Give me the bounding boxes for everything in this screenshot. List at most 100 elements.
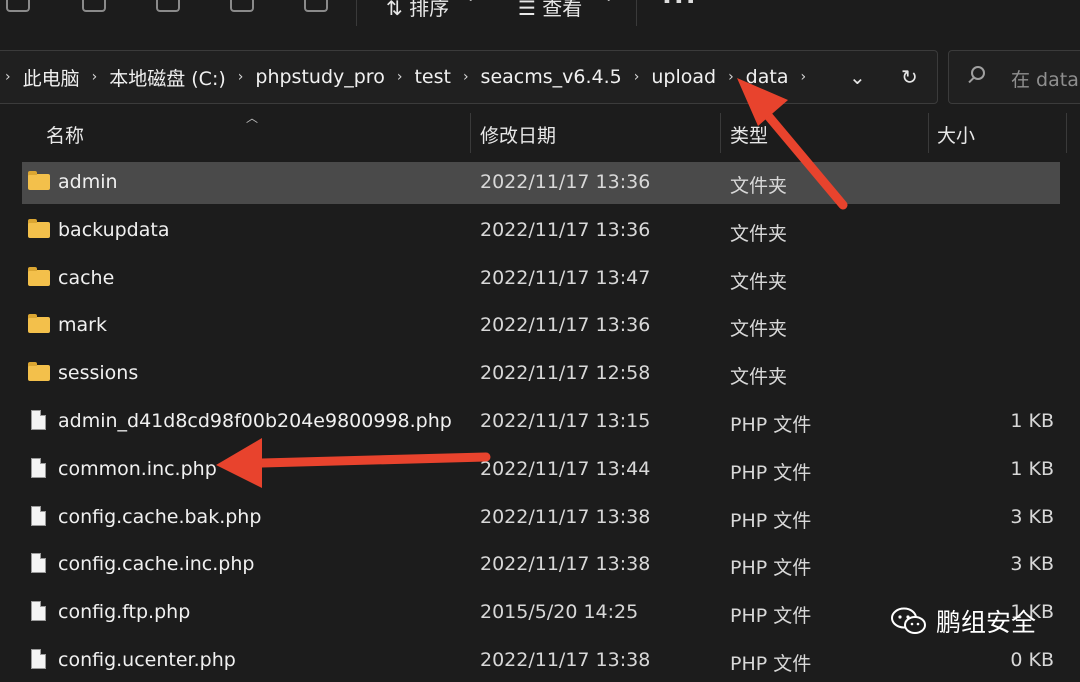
breadcrumb-item[interactable]: seacms_v6.4.5 xyxy=(481,66,622,88)
breadcrumb-item[interactable]: data xyxy=(746,66,789,88)
breadcrumb-item[interactable]: test xyxy=(414,66,451,88)
column-header-row: ︿ 名称 修改日期 类型 大小 xyxy=(0,111,1080,153)
breadcrumb-item[interactable]: 此电脑 xyxy=(23,64,80,91)
modified-date: 2022/11/17 13:38 xyxy=(480,649,651,671)
view-button[interactable]: ☰ 查看 xyxy=(518,0,582,21)
file-name: config.ucenter.php xyxy=(58,649,236,671)
breadcrumb-item[interactable]: upload xyxy=(651,66,716,88)
file-type: 文件夹 xyxy=(730,270,788,293)
file-type: 文件夹 xyxy=(730,222,788,245)
copy-icon[interactable] xyxy=(82,0,106,12)
breadcrumb-separator-icon[interactable]: › xyxy=(622,69,652,85)
file-name: common.inc.php xyxy=(58,457,217,480)
file-name: config.cache.bak.php xyxy=(58,505,262,528)
folder-row[interactable]: sessions 2022/11/17 12:58 文件夹 xyxy=(22,353,1060,395)
search-icon xyxy=(971,66,985,80)
chevron-down-icon[interactable]: ⌄ xyxy=(849,65,866,89)
folder-row[interactable]: backupdata 2022/11/17 13:36 文件夹 xyxy=(22,210,1060,252)
file-icon xyxy=(31,505,46,526)
modified-date: 2022/11/17 13:38 xyxy=(480,553,651,576)
breadcrumb: › 此电脑 › 本地磁盘 (C:) › phpstudy_pro › test › seacms_… xyxy=(0,51,818,103)
toolbar-divider xyxy=(356,0,357,26)
watermark-text: 鹏组安全 xyxy=(936,608,1037,637)
column-divider[interactable] xyxy=(928,113,929,153)
modified-date: 2022/11/17 13:36 xyxy=(480,171,651,193)
column-header-size[interactable]: 大小 xyxy=(937,121,975,148)
new-icon[interactable] xyxy=(6,0,30,12)
file-icon xyxy=(31,410,46,430)
folder-row[interactable]: mark 2022/11/17 13:36 文件夹 xyxy=(22,305,1060,347)
folder-row[interactable]: cache 2022/11/17 13:47 文件夹 xyxy=(22,258,1060,300)
breadcrumb-item[interactable]: 本地磁盘 (C:) xyxy=(109,64,226,91)
modified-date: 2022/11/17 13:15 xyxy=(480,410,651,432)
column-divider[interactable] xyxy=(720,113,721,153)
breadcrumb-separator-icon[interactable]: › xyxy=(451,69,481,85)
modified-date: 2022/11/17 13:36 xyxy=(480,218,651,241)
sort-button[interactable]: ⇅ 排序 xyxy=(386,0,449,21)
modified-date: 2022/11/17 13:38 xyxy=(480,505,651,528)
folder-icon xyxy=(28,266,50,286)
wechat-logo-icon xyxy=(891,607,926,634)
command-bar: ⇅ 排序 ⌄ ☰ 查看 ⌄ ... xyxy=(0,0,1080,40)
modified-date: 2022/11/17 12:58 xyxy=(480,362,651,385)
file-row[interactable]: config.ucenter.php 2022/11/17 13:38 PHP 文件… xyxy=(22,640,1060,682)
file-row[interactable]: admin_d41d8cd98f00b204e9800998.php 2022/1… xyxy=(22,401,1060,443)
file-name: config.cache.inc.php xyxy=(58,553,255,576)
file-name: mark xyxy=(58,314,107,337)
view-chevron-icon: ⌄ xyxy=(602,0,615,5)
file-type: PHP 文件 xyxy=(730,461,812,484)
file-name: backupdata xyxy=(58,218,170,241)
file-icon xyxy=(31,601,46,622)
file-type: 文件夹 xyxy=(730,175,788,197)
address-bar[interactable]: › 此电脑 › 本地磁盘 (C:) › phpstudy_pro › test › seacms_… xyxy=(0,50,938,104)
file-row[interactable]: common.inc.php 2022/11/17 13:44 PHP 文件 1 KB xyxy=(22,449,1060,491)
modified-date: 2022/11/17 13:36 xyxy=(480,314,651,337)
file-size: 1 KB xyxy=(1010,457,1054,480)
breadcrumb-separator-icon[interactable]: › xyxy=(788,69,818,85)
sort-label: 排序 xyxy=(409,0,450,20)
file-size: 1 KB xyxy=(1010,410,1054,432)
paste-icon[interactable] xyxy=(156,0,180,12)
file-type: PHP 文件 xyxy=(730,509,812,532)
file-name: sessions xyxy=(58,362,139,385)
folder-icon xyxy=(28,171,50,190)
modified-date: 2015/5/20 14:25 xyxy=(480,601,639,624)
file-size: 3 KB xyxy=(1010,505,1054,528)
file-row[interactable]: config.cache.bak.php 2022/11/17 13:38 PHP … xyxy=(22,497,1060,539)
share-icon[interactable] xyxy=(230,0,254,12)
column-header-name[interactable]: 名称 xyxy=(46,121,84,148)
breadcrumb-separator-icon[interactable]: › xyxy=(716,69,746,85)
column-header-date[interactable]: 修改日期 xyxy=(480,121,556,148)
file-icon xyxy=(31,553,46,574)
breadcrumb-separator-icon[interactable]: › xyxy=(385,69,415,85)
search-input[interactable]: 在 data xyxy=(948,50,1080,104)
search-placeholder: 在 data xyxy=(1011,69,1079,91)
file-name: cache xyxy=(58,266,115,289)
file-name: config.ftp.php xyxy=(58,601,191,624)
breadcrumb-separator-icon[interactable]: › xyxy=(226,69,256,85)
file-size: 3 KB xyxy=(1010,553,1054,576)
file-row[interactable]: config.cache.inc.php 2022/11/17 13:38 PHP … xyxy=(22,544,1060,586)
folder-icon xyxy=(28,362,50,382)
file-icon xyxy=(31,649,46,669)
toolbar-divider xyxy=(636,0,637,26)
file-type: 文件夹 xyxy=(730,366,788,389)
column-divider[interactable] xyxy=(470,113,471,153)
file-type: PHP 文件 xyxy=(730,605,812,628)
column-divider[interactable] xyxy=(1066,113,1067,153)
sort-indicator-icon: ︿ xyxy=(246,111,259,125)
more-options-button[interactable]: ... xyxy=(662,0,698,10)
folder-icon xyxy=(28,218,50,238)
folder-row[interactable]: admin 2022/11/17 13:36 文件夹 xyxy=(22,162,1060,204)
delete-icon[interactable] xyxy=(304,0,328,12)
file-type: PHP 文件 xyxy=(730,414,812,436)
breadcrumb-separator-icon[interactable]: › xyxy=(80,69,110,85)
file-size: 0 KB xyxy=(1010,649,1054,671)
column-header-type[interactable]: 类型 xyxy=(730,121,768,148)
refresh-icon[interactable]: ↻ xyxy=(901,65,918,89)
breadcrumb-separator-icon[interactable]: › xyxy=(0,69,23,85)
file-name: admin_d41d8cd98f00b204e9800998.php xyxy=(58,410,452,432)
breadcrumb-item[interactable]: phpstudy_pro xyxy=(255,66,384,88)
modified-date: 2022/11/17 13:47 xyxy=(480,266,651,289)
file-type: PHP 文件 xyxy=(730,653,812,675)
